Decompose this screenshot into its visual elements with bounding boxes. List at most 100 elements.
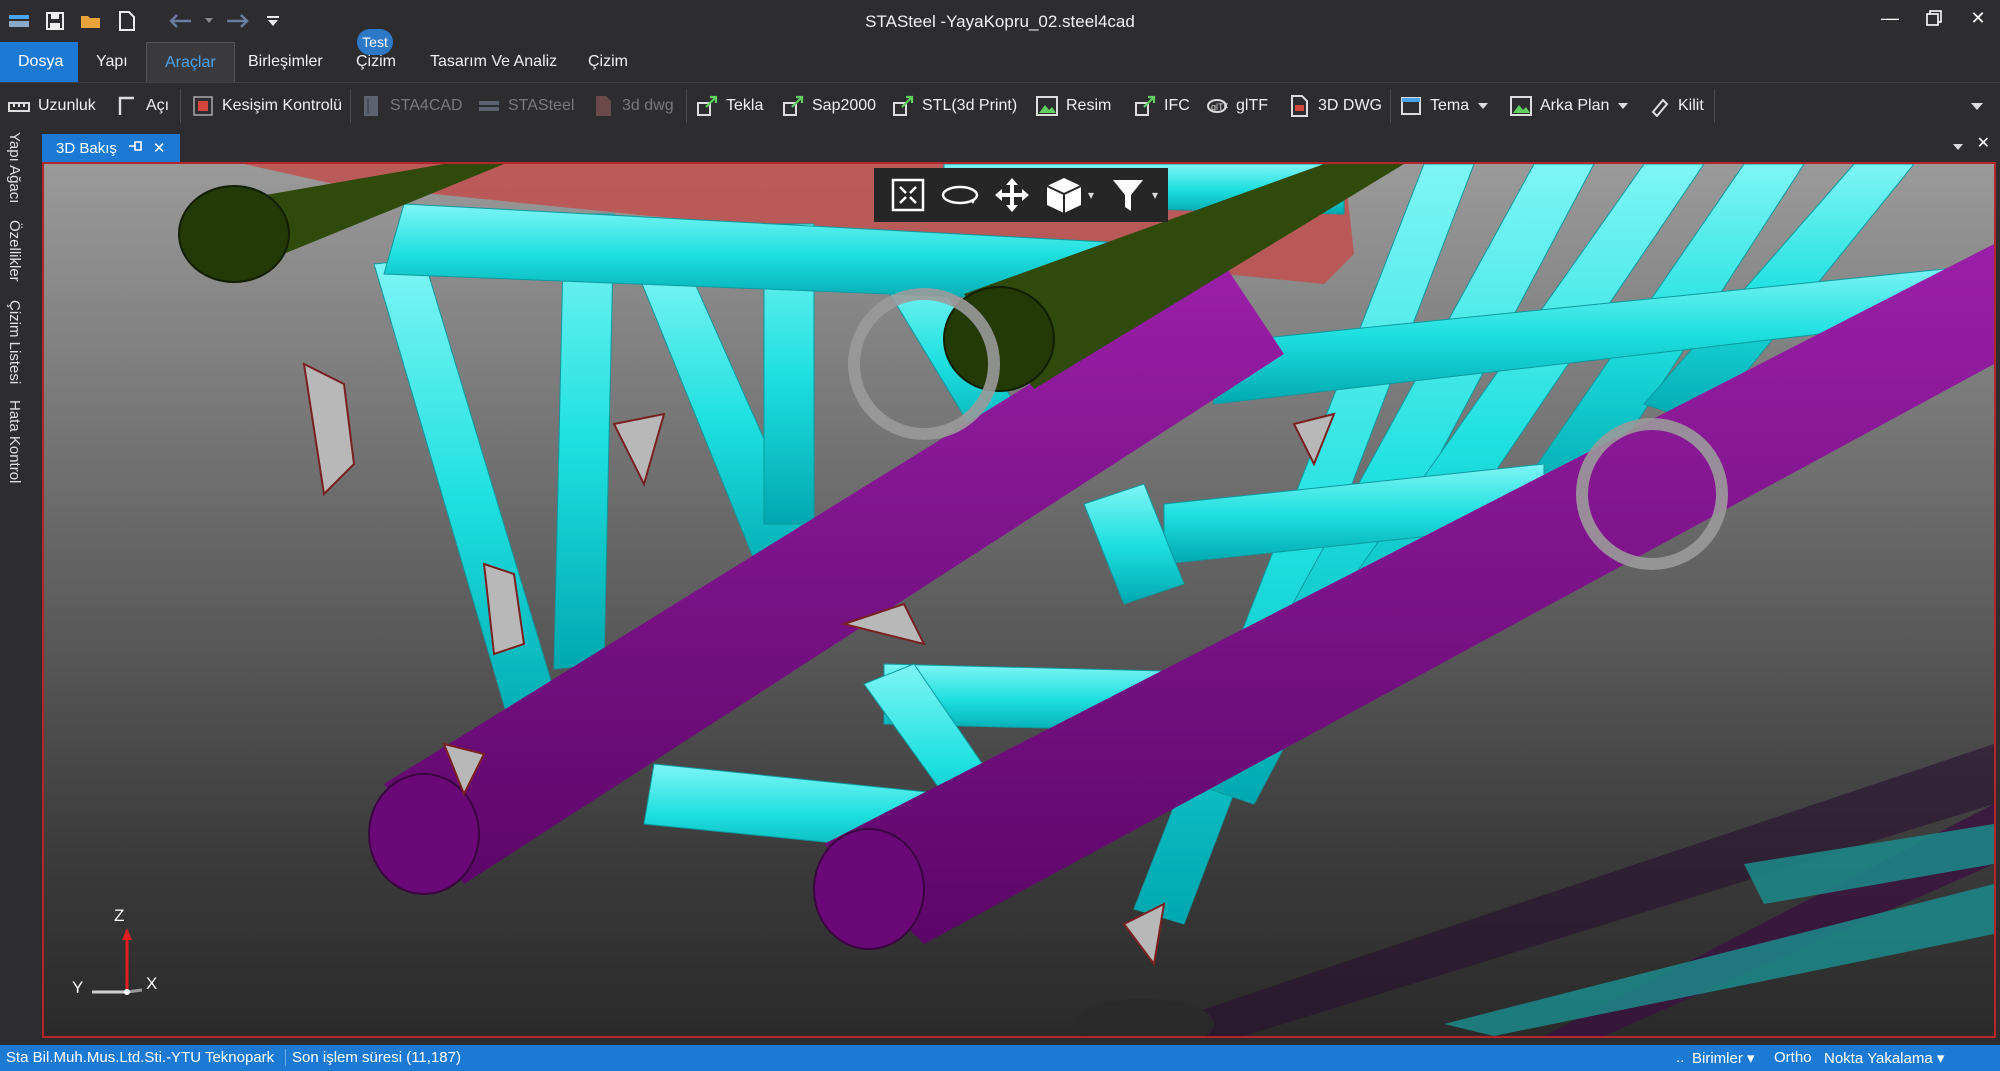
stl-label: STL(3d Print)	[922, 97, 1018, 114]
uzunluk-button[interactable]: Uzunluk	[8, 90, 96, 122]
arka-plan-dropdown[interactable]: Arka Plan	[1510, 90, 1629, 122]
3d-dwg-label: 3D DWG	[1318, 97, 1382, 114]
gltf-icon: glTF	[1206, 95, 1230, 117]
3d-dwg-button[interactable]: 3D DWG	[1288, 90, 1382, 122]
units-dropdown[interactable]: Birimler ▾	[1692, 1049, 1755, 1067]
tab-list-dropdown-icon[interactable]	[1952, 138, 1964, 156]
menu-araclar[interactable]: Araçlar	[146, 42, 235, 83]
export-icon	[1134, 95, 1156, 117]
sap2000-label: Sap2000	[812, 97, 877, 114]
svg-text:glTF: glTF	[1211, 102, 1228, 112]
snap-dropdown[interactable]: Nokta Yakalama ▾	[1824, 1049, 1944, 1067]
side-tab-hata-kontrol[interactable]: Hata Kontrol	[6, 400, 23, 483]
restore-icon[interactable]	[1912, 0, 1956, 36]
zoom-extents-icon[interactable]	[886, 173, 930, 217]
export-icon	[782, 95, 804, 117]
sta4cad-label: STA4CAD	[390, 97, 463, 114]
axis-z-label: Z	[114, 906, 125, 925]
3d-viewport[interactable]: ▾ ▾ Z Y X	[42, 162, 1996, 1038]
gltf-label: glTF	[1236, 97, 1268, 114]
snap-label: Nokta Yakalama	[1824, 1050, 1933, 1067]
side-tab-ozellikler[interactable]: Özellikler	[6, 220, 23, 282]
filter-icon[interactable]	[1106, 173, 1150, 217]
gltf-button[interactable]: glTF glTF	[1206, 90, 1268, 122]
intersection-check-icon	[192, 95, 214, 117]
ortho-toggle[interactable]: Ortho	[1774, 1049, 1812, 1066]
orbit-icon[interactable]	[938, 173, 982, 217]
sap2000-button[interactable]: Sap2000	[782, 90, 876, 122]
view-cube-dropdown-icon[interactable]: ▾	[1088, 188, 1098, 202]
status-bar: Sta Bil.Muh.Mus.Ltd.Sti.-YTU Teknopark S…	[0, 1045, 2000, 1071]
theme-icon	[1400, 95, 1422, 117]
dwg-file-icon	[592, 95, 614, 117]
menu-dosya[interactable]: Dosya	[0, 42, 78, 82]
background-image-icon	[1510, 95, 1532, 117]
close-all-tabs-icon[interactable]: ✕	[1977, 133, 1990, 153]
chevron-down-icon: ▾	[1936, 1050, 1945, 1067]
test-badge: Test	[357, 29, 393, 55]
axis-x-label: X	[146, 974, 158, 993]
resim-button[interactable]: Resim	[1036, 90, 1111, 122]
side-tab-yapi-agaci[interactable]: Yapı Ağacı	[6, 132, 23, 203]
3d-dwg-small-label: 3d dwg	[622, 97, 674, 114]
view-cube-icon[interactable]	[1042, 173, 1086, 217]
axis-y-label: Y	[72, 978, 84, 997]
axis-triad: Z Y X	[62, 906, 172, 1006]
pan-icon[interactable]	[990, 173, 1034, 217]
menu-cizim-2[interactable]: Çizim	[570, 42, 646, 82]
stasteel-icon	[478, 95, 500, 117]
resim-label: Resim	[1066, 97, 1112, 114]
chevron-down-icon	[1477, 97, 1489, 115]
tekla-button[interactable]: Tekla	[696, 90, 763, 122]
stasteel-button[interactable]: STASteel	[478, 90, 574, 122]
side-tab-cizim-listesi[interactable]: Çizim Listesi	[6, 300, 23, 384]
aci-button[interactable]: Açı	[116, 90, 169, 122]
sta4cad-icon	[360, 95, 382, 117]
view-toolbar: ▾ ▾	[874, 168, 1168, 222]
window-title: STASteel -YayaKopru_02.steel4cad	[865, 12, 1135, 31]
tab-3d-bakis[interactable]: 3D Bakış ✕	[42, 134, 180, 162]
ifc-button[interactable]: IFC	[1134, 90, 1190, 122]
menu-yapi[interactable]: Yapı	[78, 42, 146, 82]
kilit-label: Kilit	[1678, 97, 1704, 114]
close-icon[interactable]: ✕	[1956, 0, 2000, 36]
kesisim-kontrolu-button[interactable]: Kesişim Kontrolü	[192, 90, 342, 122]
kilit-button[interactable]: Kilit	[1648, 90, 1704, 122]
ifc-label: IFC	[1164, 97, 1190, 114]
image-icon	[1036, 95, 1058, 117]
stl-3d-print-button[interactable]: STL(3d Print)	[892, 90, 1017, 122]
ribbon-toolbar: Uzunluk Açı Kesişim Kontrolü STA4CAD STA…	[0, 82, 2000, 129]
document-tab-strip: 3D Bakış ✕ ✕	[38, 128, 2000, 162]
sta4cad-button[interactable]: STA4CAD	[360, 90, 463, 122]
tab-close-icon[interactable]: ✕	[153, 139, 166, 157]
tema-label: Tema	[1430, 97, 1470, 114]
tab-3d-bakis-label: 3D Bakış	[56, 139, 117, 157]
tema-dropdown[interactable]: Tema	[1400, 90, 1489, 122]
lock-icon	[1648, 95, 1670, 118]
export-icon	[892, 95, 914, 117]
stasteel-label: STASteel	[508, 97, 575, 114]
pin-icon[interactable]	[127, 139, 143, 157]
chevron-down-icon: ▾	[1747, 1050, 1755, 1067]
aci-label: Açı	[146, 97, 170, 114]
menu-birlesimler[interactable]: Birleşimler	[230, 42, 341, 82]
ruler-icon	[8, 95, 30, 117]
minimize-icon[interactable]: —	[1868, 0, 1912, 36]
status-overflow-icon: ..	[1676, 1049, 1685, 1066]
arka-plan-label: Arka Plan	[1540, 97, 1610, 114]
filter-dropdown-icon[interactable]: ▾	[1152, 188, 1162, 202]
steel-structure-render	[178, 164, 1994, 1036]
status-company: Sta Bil.Muh.Mus.Ltd.Sti.-YTU Teknopark	[6, 1049, 275, 1066]
window-controls: — ✕	[1868, 0, 2000, 36]
3d-dwg-small-button[interactable]: 3d dwg	[592, 90, 674, 122]
ribbon-menu-bar: Dosya Yapı Araçlar Birleşimler Çizim Tas…	[0, 42, 2000, 83]
status-last-operation: Son işlem süresi (11,187)	[285, 1049, 461, 1066]
export-icon	[696, 95, 718, 117]
menu-tasarim-ve-analiz[interactable]: Tasarım Ve Analiz	[412, 42, 575, 82]
side-panel-tabs: Yapı Ağacı Özellikler Çizim Listesi Hata…	[0, 128, 38, 1045]
title-bar: STASteel -YayaKopru_02.steel4cad — ✕	[0, 0, 2000, 42]
chevron-down-icon	[1617, 97, 1629, 115]
ribbon-collapse-icon[interactable]	[1970, 90, 1984, 122]
uzunluk-label: Uzunluk	[38, 97, 96, 114]
dwg-file-icon	[1288, 95, 1310, 117]
